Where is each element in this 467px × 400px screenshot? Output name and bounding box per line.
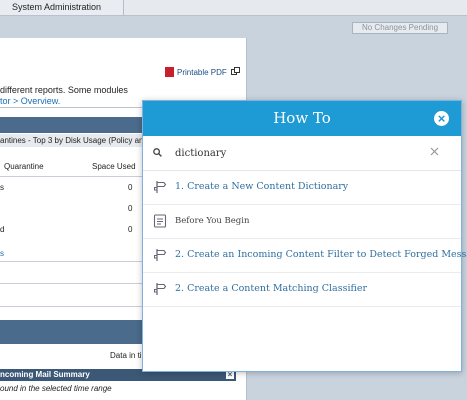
close-icon[interactable]: × bbox=[226, 371, 234, 379]
no-changes-pending-button[interactable]: No Changes Pending bbox=[352, 22, 448, 34]
list-item[interactable]: 1. Create a New Content Dictionary bbox=[143, 170, 461, 205]
intro-text: different reports. Some modules bbox=[0, 85, 128, 95]
printable-pdf-link[interactable]: Printable PDF bbox=[165, 67, 241, 77]
how-to-dialog: How To × 1. Create a New Content Diction… bbox=[142, 100, 467, 372]
divider bbox=[0, 176, 142, 177]
list-item[interactable]: 2. Create a Content Matching Classifier bbox=[143, 272, 461, 307]
signpost-icon bbox=[153, 282, 167, 299]
table-cell-name: s bbox=[0, 183, 4, 192]
printable-pdf-label: Printable PDF bbox=[177, 68, 227, 77]
divider bbox=[0, 261, 142, 262]
signpost-icon bbox=[153, 248, 167, 265]
divider bbox=[0, 283, 142, 284]
table-cell-space: 0 bbox=[128, 225, 133, 234]
table-footer-link[interactable]: s bbox=[0, 249, 4, 258]
column-header-space-used: Space Used bbox=[92, 162, 136, 171]
close-dialog-button[interactable]: × bbox=[434, 111, 449, 126]
table-cell-name: d bbox=[0, 225, 5, 234]
list-item-label: 2. Create an Incoming Content Filter to … bbox=[175, 249, 467, 260]
list-item[interactable]: Before You Begin bbox=[143, 204, 461, 239]
list-item[interactable]: 2. Create an Incoming Content Filter to … bbox=[143, 238, 467, 273]
divider bbox=[0, 306, 142, 307]
document-icon bbox=[153, 214, 167, 231]
list-item-label: 1. Create a New Content Dictionary bbox=[175, 181, 349, 192]
overview-breadcrumb-link[interactable]: tor > Overview. bbox=[0, 96, 60, 106]
signpost-icon bbox=[153, 180, 167, 197]
list-item-label: 2. Create a Content Matching Classifier bbox=[175, 283, 367, 294]
open-new-window-icon bbox=[231, 67, 241, 77]
tab-system-administration[interactable]: System Administration bbox=[0, 0, 124, 15]
search-input[interactable] bbox=[175, 144, 425, 162]
pdf-icon bbox=[165, 67, 174, 77]
search-icon bbox=[153, 148, 162, 160]
table-cell-space: 0 bbox=[128, 183, 133, 192]
search-row bbox=[143, 136, 461, 171]
dialog-title: How To bbox=[273, 109, 331, 127]
clear-search-icon[interactable] bbox=[430, 147, 439, 159]
data-in-time-range-label: Data in ti bbox=[110, 351, 142, 360]
no-data-message: ound in the selected time range bbox=[0, 384, 112, 393]
column-header-quarantine: Quarantine bbox=[4, 162, 44, 171]
list-item-label: Before You Begin bbox=[175, 216, 250, 226]
table-cell-space: 0 bbox=[128, 204, 133, 213]
